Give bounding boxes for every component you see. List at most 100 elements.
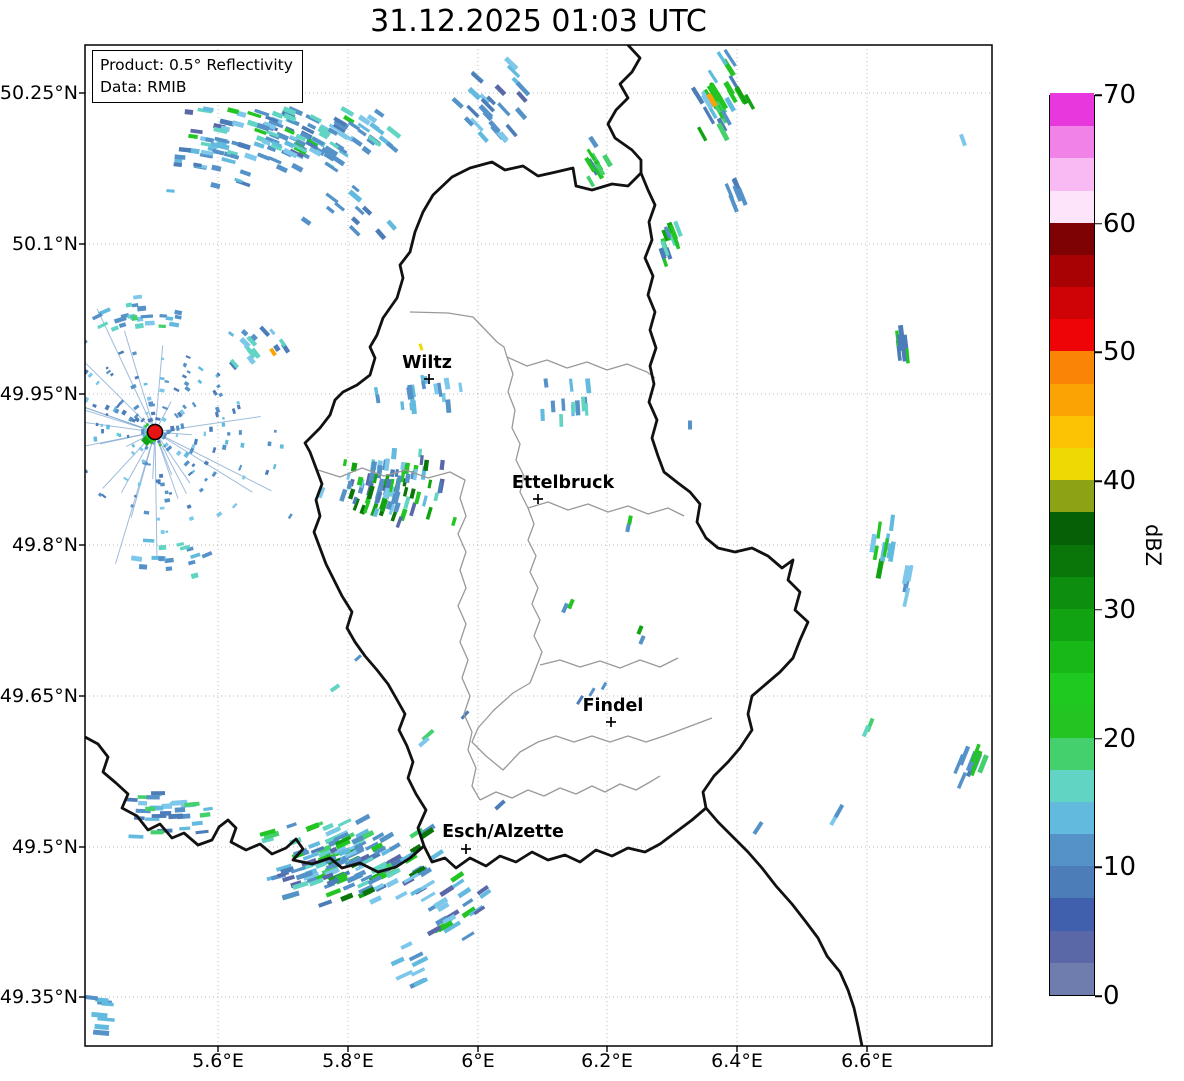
radar-echo (334, 201, 346, 212)
radar-echo (125, 302, 133, 308)
radar-echo (131, 315, 138, 322)
colorbar-block (1050, 865, 1094, 899)
radar-figure: 31.12.2025 01:03 UTC Wiltz Ettelbruck Find… (0, 0, 1184, 1081)
radar-echo (77, 407, 81, 411)
colorbar-tick-label: 30 (1103, 594, 1137, 625)
radar-echo (340, 106, 355, 117)
radar-echo (410, 967, 426, 977)
radar-echo (876, 521, 882, 539)
colorbar-tick (1095, 94, 1102, 96)
radar-echo (227, 330, 235, 337)
radar-echo (195, 829, 209, 835)
radar-echo (342, 882, 356, 891)
clutter-spoke (154, 431, 158, 559)
radar-echo (272, 463, 277, 470)
radar-echo (150, 411, 156, 416)
radar-echo (218, 392, 224, 398)
radar-echo (602, 153, 613, 168)
radar-echo (110, 325, 119, 332)
colorbar-block (1050, 157, 1094, 191)
radar-echo (461, 931, 475, 942)
radar-echo (164, 498, 171, 503)
radar-echo (148, 401, 154, 406)
radar-echo (133, 294, 143, 300)
radar-echo (143, 382, 148, 386)
radar-echo (354, 654, 362, 662)
colorbar-block (1050, 318, 1094, 352)
radar-echo (138, 800, 148, 806)
radar-echo (121, 409, 127, 416)
colorbar-block (1050, 704, 1094, 738)
radar-echo (514, 107, 528, 121)
district-border (539, 657, 679, 669)
radar-echo (158, 324, 166, 329)
radar-echo (337, 818, 352, 828)
radar-echo (164, 490, 169, 495)
radar-echo (348, 224, 361, 237)
radar-echo (76, 418, 79, 421)
radar-echo (184, 386, 191, 392)
radar-echo (183, 451, 190, 459)
radar-echo (395, 890, 408, 900)
radar-echo (267, 441, 272, 447)
colorbar-tick-label: 70 (1103, 80, 1137, 110)
district-border (479, 775, 661, 801)
radar-echo (625, 523, 631, 533)
radar-echo (156, 517, 161, 521)
radar-echo (400, 941, 413, 950)
radar-echo (131, 443, 136, 448)
radar-echo (231, 502, 238, 509)
radar-echo (105, 369, 112, 375)
radar-echo (162, 405, 169, 411)
radar-echo (140, 314, 154, 319)
radar-echo (494, 799, 506, 811)
radar-echo (390, 956, 405, 967)
radar-echo (386, 141, 399, 153)
radar-echo (159, 388, 165, 393)
lat-tick-label: 49.5°N (11, 836, 78, 858)
radar-echo (160, 529, 165, 535)
radar-echo (221, 422, 226, 427)
radar-echo (325, 192, 339, 204)
border-france-germany (704, 806, 864, 1046)
colorbar-block (1050, 576, 1094, 609)
radar-echo (92, 1029, 110, 1036)
radar-echo (97, 492, 103, 498)
radar-echo (146, 396, 152, 401)
radar-echo (354, 205, 365, 216)
radar-echo (134, 322, 144, 330)
radar-echo (281, 890, 300, 901)
radar-echo (190, 128, 203, 135)
map-plot-area: Wiltz Ettelbruck Findel Esch/Alzette (50, 45, 992, 1046)
radar-echo (158, 473, 164, 478)
radar-echo (151, 791, 166, 796)
radar-echo (400, 401, 405, 411)
radar-echo (559, 413, 564, 427)
radar-echo (160, 416, 167, 423)
radar-echo (165, 530, 169, 533)
radar-echo (467, 86, 482, 101)
radar-echo (118, 350, 125, 355)
colorbar-tick-label: 40 (1103, 466, 1137, 497)
radar-echo (418, 343, 424, 351)
colorbar-block (1050, 93, 1094, 127)
radar-echo (183, 460, 191, 467)
radar-echo (422, 495, 428, 507)
radar-echo (466, 104, 480, 119)
radar-echo (158, 556, 165, 561)
echo-layer (50, 48, 989, 1036)
radar-echo (395, 516, 403, 529)
radar-echo (159, 376, 165, 381)
radar-echo (342, 459, 348, 467)
colorbar-block (1050, 415, 1094, 448)
radar-echo (185, 355, 191, 359)
radar-echo (50, 465, 53, 468)
radar-echo (188, 516, 195, 522)
radar-echo (361, 145, 372, 156)
radar-echo (199, 812, 211, 818)
colorbar-block (1050, 608, 1094, 642)
radar-echo (259, 325, 271, 338)
radar-echo (55, 467, 60, 473)
product-info-box: Product: 0.5° Reflectivity Data: RMIB (92, 50, 303, 103)
radar-echo (181, 374, 187, 379)
